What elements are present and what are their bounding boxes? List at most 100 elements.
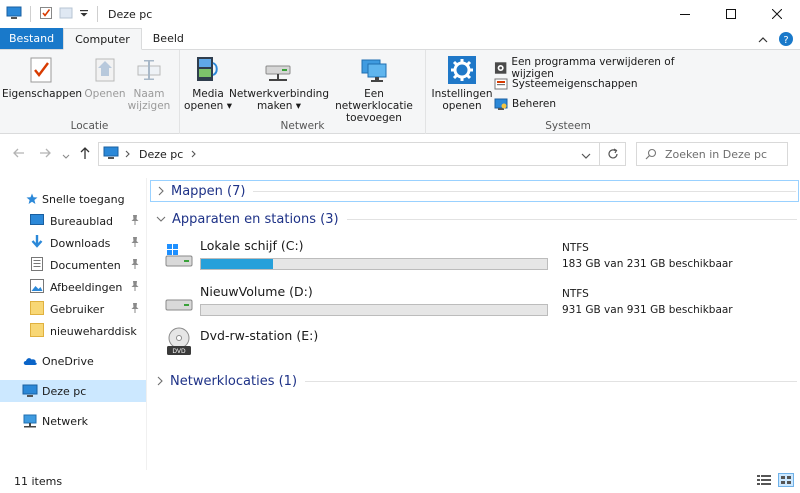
hard-drive-icon <box>165 299 193 311</box>
group-label-locatie: Locatie <box>70 120 109 132</box>
system-properties-icon <box>494 78 508 90</box>
close-icon <box>772 9 782 19</box>
refresh-button[interactable] <box>599 143 625 165</box>
folder-icon <box>30 301 44 315</box>
manage-button[interactable]: Beheren <box>494 97 556 111</box>
up-button[interactable] <box>78 146 92 163</box>
media-open-button[interactable]: Media openen ▾ <box>184 54 232 112</box>
help-button[interactable]: ? <box>778 31 794 50</box>
pin-icon[interactable] <box>130 302 140 317</box>
chevron-down-icon <box>581 153 591 159</box>
rename-button[interactable]: Naam wijzigen <box>126 54 172 112</box>
tiles-view-icon <box>778 473 794 487</box>
system-properties-button[interactable]: Systeemeigenschappen <box>494 77 638 91</box>
drive-name: Dvd-rw-station (E:) <box>200 328 319 343</box>
network-drive-icon <box>263 54 295 86</box>
add-network-location-button[interactable]: Een netwerklocatie toevoegen <box>326 54 422 124</box>
address-bar[interactable]: Deze pc <box>98 142 626 166</box>
back-button[interactable] <box>12 146 26 163</box>
refresh-icon <box>607 148 618 159</box>
arrow-left-icon <box>13 148 24 158</box>
open-settings-button[interactable]: Instellingen openen <box>430 54 494 112</box>
recent-locations-button[interactable] <box>62 150 70 163</box>
ribbon: Eigenschappen Openen Naam wijzigen Locat… <box>0 50 800 134</box>
forward-button[interactable] <box>38 146 52 163</box>
search-input[interactable]: Zoeken in Deze pc <box>636 142 788 166</box>
address-row: Deze pc Zoeken in Deze pc <box>0 140 800 168</box>
media-icon <box>192 54 224 86</box>
details-view-button[interactable] <box>756 473 772 490</box>
properties-button[interactable]: Eigenschappen <box>2 54 82 100</box>
dvd-drive-icon: DVD <box>167 327 191 355</box>
new-folder-quick-icon[interactable] <box>59 6 73 23</box>
group-header-mappen[interactable]: Mappen (7) <box>150 180 799 202</box>
nav-item-afbeeldingen[interactable]: Afbeeldingen <box>0 276 146 298</box>
details-view-icon <box>757 475 771 485</box>
system-properties-label: Systeemeigenschappen <box>512 78 638 90</box>
maximize-icon <box>726 9 736 19</box>
drive-item-e[interactable]: DVD Dvd-rw-station (E:) <box>164 326 784 366</box>
nav-network[interactable]: Netwerk <box>0 410 146 432</box>
tab-bestand[interactable]: Bestand <box>0 28 64 49</box>
open-label: Openen <box>84 88 126 100</box>
search-placeholder: Zoeken in Deze pc <box>665 147 768 161</box>
pin-icon[interactable] <box>130 236 140 251</box>
collapse-ribbon-button[interactable] <box>758 34 768 47</box>
content-area: Mappen (7) Apparaten en stations (3) Lok… <box>150 178 800 470</box>
nav-item-downloads[interactable]: Downloads <box>0 232 146 254</box>
drive-name: Lokale schijf (C:) <box>200 238 304 253</box>
dropdown-arrow-icon: ▾ <box>295 100 302 112</box>
rename-label-2: wijzigen <box>127 100 171 112</box>
nav-network-label: Netwerk <box>42 414 88 428</box>
maximize-button[interactable] <box>708 0 754 28</box>
nav-item-documenten[interactable]: Documenten <box>0 254 146 276</box>
onedrive-cloud-icon <box>23 358 37 365</box>
breadcrumb-separator-icon[interactable] <box>191 148 197 161</box>
address-history-button[interactable] <box>581 150 591 163</box>
pane-divider[interactable] <box>146 178 147 470</box>
close-button[interactable] <box>754 0 800 28</box>
breadcrumb-separator-icon[interactable] <box>125 148 131 161</box>
breadcrumb-deze-pc[interactable]: Deze pc <box>139 148 183 161</box>
nav-item-nieuweharddisk[interactable]: nieuweharddisk <box>0 320 146 342</box>
nav-this-pc[interactable]: Deze pc <box>0 380 146 402</box>
minimize-button[interactable] <box>662 0 708 28</box>
pin-icon[interactable] <box>130 280 140 295</box>
tiles-view-button[interactable] <box>778 473 794 490</box>
pin-icon[interactable] <box>130 214 140 229</box>
document-icon <box>31 257 43 271</box>
tab-beeld[interactable]: Beeld <box>142 28 195 49</box>
nav-onedrive[interactable]: OneDrive <box>0 350 146 372</box>
tab-computer[interactable]: Computer <box>63 28 142 50</box>
customize-quick-access-icon[interactable] <box>79 8 89 21</box>
open-button[interactable]: Openen <box>84 54 126 100</box>
nav-item-label: nieuweharddisk <box>50 324 137 338</box>
group-label-netwerk: Netwerk <box>280 120 325 132</box>
map-network-drive-button[interactable]: Netwerkverbinding maken ▾ <box>229 54 330 112</box>
nav-quick-access[interactable]: Snelle toegang <box>0 188 146 210</box>
pin-icon[interactable] <box>130 258 140 273</box>
properties-quick-icon[interactable] <box>39 6 53 23</box>
minimize-icon <box>680 14 690 15</box>
item-count: 11 items <box>14 475 63 488</box>
group-title: Netwerklocaties (1) <box>170 373 298 389</box>
program-icon <box>494 62 507 74</box>
group-header-netwerklocaties[interactable]: Netwerklocaties (1) <box>150 370 799 392</box>
media-label-1: Media <box>192 88 224 100</box>
nav-item-bureaublad[interactable]: Bureaublad <box>0 210 146 232</box>
title-bar: Deze pc <box>0 0 800 28</box>
network-drive-label-1: Netwerkverbinding <box>229 88 330 100</box>
drive-item-d[interactable]: NieuwVolume (D:) NTFS 931 GB van 931 GB … <box>164 284 784 324</box>
drive-filesystem: NTFS <box>562 242 589 254</box>
nav-item-gebruiker[interactable]: Gebruiker <box>0 298 146 320</box>
nav-item-label: Gebruiker <box>50 302 105 316</box>
group-title: Mappen (7) <box>171 183 246 199</box>
windows-drive-icon <box>165 244 193 267</box>
nav-item-label: Afbeeldingen <box>50 280 123 294</box>
ribbon-tabs: Bestand Computer Beeld ? <box>0 28 800 50</box>
ribbon-group-netwerk: Media openen ▾ Netwerkverbinding maken ▾… <box>180 50 426 134</box>
this-pc-icon <box>103 146 119 163</box>
drive-filesystem: NTFS <box>562 288 589 300</box>
group-header-apparaten[interactable]: Apparaten en stations (3) <box>150 208 799 230</box>
drive-item-c[interactable]: Lokale schijf (C:) NTFS 183 GB van 231 G… <box>164 238 784 278</box>
